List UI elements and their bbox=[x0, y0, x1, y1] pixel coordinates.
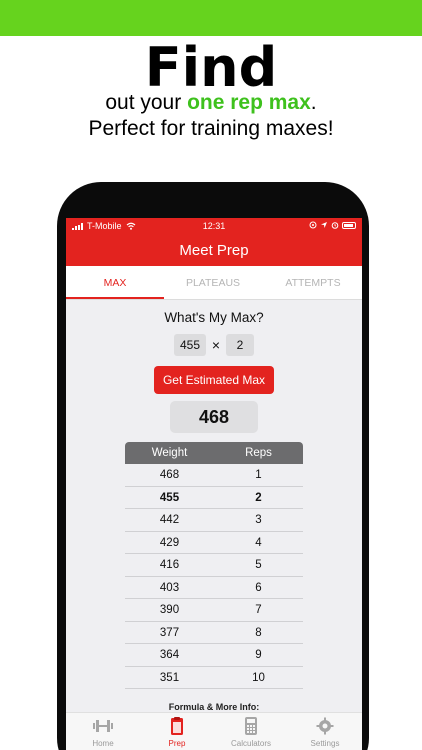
tabbar-label: Settings bbox=[310, 739, 340, 748]
tabbar-label: Prep bbox=[168, 739, 186, 748]
table-row: 442 3 bbox=[125, 509, 303, 532]
table-row: 351 10 bbox=[125, 667, 303, 689]
nav-title: Meet Prep bbox=[179, 242, 249, 259]
get-estimated-max-button[interactable]: Get Estimated Max bbox=[154, 366, 274, 394]
times-symbol: × bbox=[211, 337, 221, 353]
active-tab-indicator bbox=[66, 297, 164, 299]
reps-input[interactable]: 2 bbox=[226, 334, 254, 356]
table-row: 416 5 bbox=[125, 554, 303, 577]
formula-info-link[interactable]: Formula & More Info: bbox=[66, 702, 362, 712]
gear-icon bbox=[316, 717, 334, 735]
calculator-title: What's My Max? bbox=[164, 310, 264, 325]
tabbar-item-home[interactable]: Home bbox=[66, 713, 140, 750]
promo-subtitle-prefix: out your bbox=[105, 91, 182, 114]
cell-weight: 390 bbox=[159, 604, 180, 616]
tabbar-item-calculators[interactable]: Calculators bbox=[214, 713, 288, 750]
location-icon bbox=[321, 222, 327, 228]
promo-subtitle-suffix: . bbox=[310, 91, 317, 114]
tab-attempts[interactable]: ATTEMPTS bbox=[264, 266, 362, 300]
table-header: Weight Reps bbox=[125, 442, 303, 464]
app-screen: T-Mobile 12:31 Meet Prep MAX PLATEAUS AT… bbox=[66, 218, 362, 750]
status-bar: T-Mobile 12:31 bbox=[66, 218, 362, 234]
cell-reps: 3 bbox=[255, 514, 262, 526]
dumbbell-icon bbox=[93, 720, 113, 732]
cell-reps: 5 bbox=[255, 559, 262, 571]
cell-weight: 403 bbox=[159, 581, 180, 594]
table-row: 377 8 bbox=[125, 622, 303, 644]
calculator-icon bbox=[245, 717, 257, 735]
tabbar-item-prep[interactable]: Prep bbox=[140, 713, 214, 750]
cell-weight: 429 bbox=[159, 536, 180, 549]
tabbar-label: Home bbox=[92, 739, 114, 748]
cell-reps: 9 bbox=[255, 649, 262, 661]
promo-headline: Find bbox=[144, 36, 278, 99]
cell-weight: 442 bbox=[159, 514, 180, 526]
header-reps: Reps bbox=[245, 447, 272, 459]
header-weight: Weight bbox=[151, 447, 188, 459]
table-row: 364 9 bbox=[125, 644, 303, 667]
cell-reps: 2 bbox=[255, 491, 262, 504]
cell-reps: 6 bbox=[255, 581, 262, 594]
table-row: 429 4 bbox=[125, 532, 303, 554]
promo-subtitle-accent: one rep max bbox=[187, 91, 311, 114]
table-row: 403 6 bbox=[125, 577, 303, 599]
promo-subtitle-line1: out your one rep max. bbox=[0, 90, 422, 116]
tabbar-label: Calculators bbox=[230, 739, 271, 748]
lock-rotation-icon bbox=[309, 221, 317, 229]
tabbar-item-settings[interactable]: Settings bbox=[288, 713, 362, 750]
bottom-tab-bar: Home Prep Calculators Settings bbox=[66, 712, 362, 750]
segment-tabs: MAX PLATEAUS ATTEMPTS bbox=[66, 266, 362, 300]
table-row-highlighted: 455 2 bbox=[125, 487, 303, 509]
promo-top-bar bbox=[0, 0, 422, 36]
cell-reps: 8 bbox=[255, 626, 262, 639]
status-right bbox=[309, 221, 356, 229]
cell-weight: 416 bbox=[159, 559, 180, 571]
tab-plateaus[interactable]: PLATEAUS bbox=[164, 266, 262, 300]
cell-weight: 351 bbox=[159, 671, 180, 684]
cell-reps: 4 bbox=[255, 536, 262, 549]
battery-icon bbox=[342, 221, 356, 229]
rep-max-table: Weight Reps 468 1 455 2 442 3 429 4 416 … bbox=[125, 442, 303, 689]
table-row: 468 1 bbox=[125, 464, 303, 487]
promo-subtitle-line2: Perfect for training maxes! bbox=[88, 117, 334, 140]
cell-reps: 7 bbox=[255, 604, 262, 616]
nav-bar: Meet Prep bbox=[66, 234, 362, 266]
estimated-max-result: 468 bbox=[170, 401, 258, 433]
tab-max[interactable]: MAX bbox=[66, 266, 164, 300]
cell-weight: 468 bbox=[159, 469, 180, 481]
table-row: 390 7 bbox=[125, 599, 303, 622]
alarm-icon bbox=[331, 222, 339, 229]
cell-reps: 1 bbox=[255, 469, 262, 481]
clipboard-icon bbox=[171, 717, 183, 735]
cell-weight: 455 bbox=[159, 491, 180, 504]
cell-reps: 10 bbox=[252, 671, 265, 684]
cell-weight: 377 bbox=[159, 626, 180, 639]
weight-input[interactable]: 455 bbox=[174, 334, 206, 356]
cell-weight: 364 bbox=[159, 649, 180, 661]
